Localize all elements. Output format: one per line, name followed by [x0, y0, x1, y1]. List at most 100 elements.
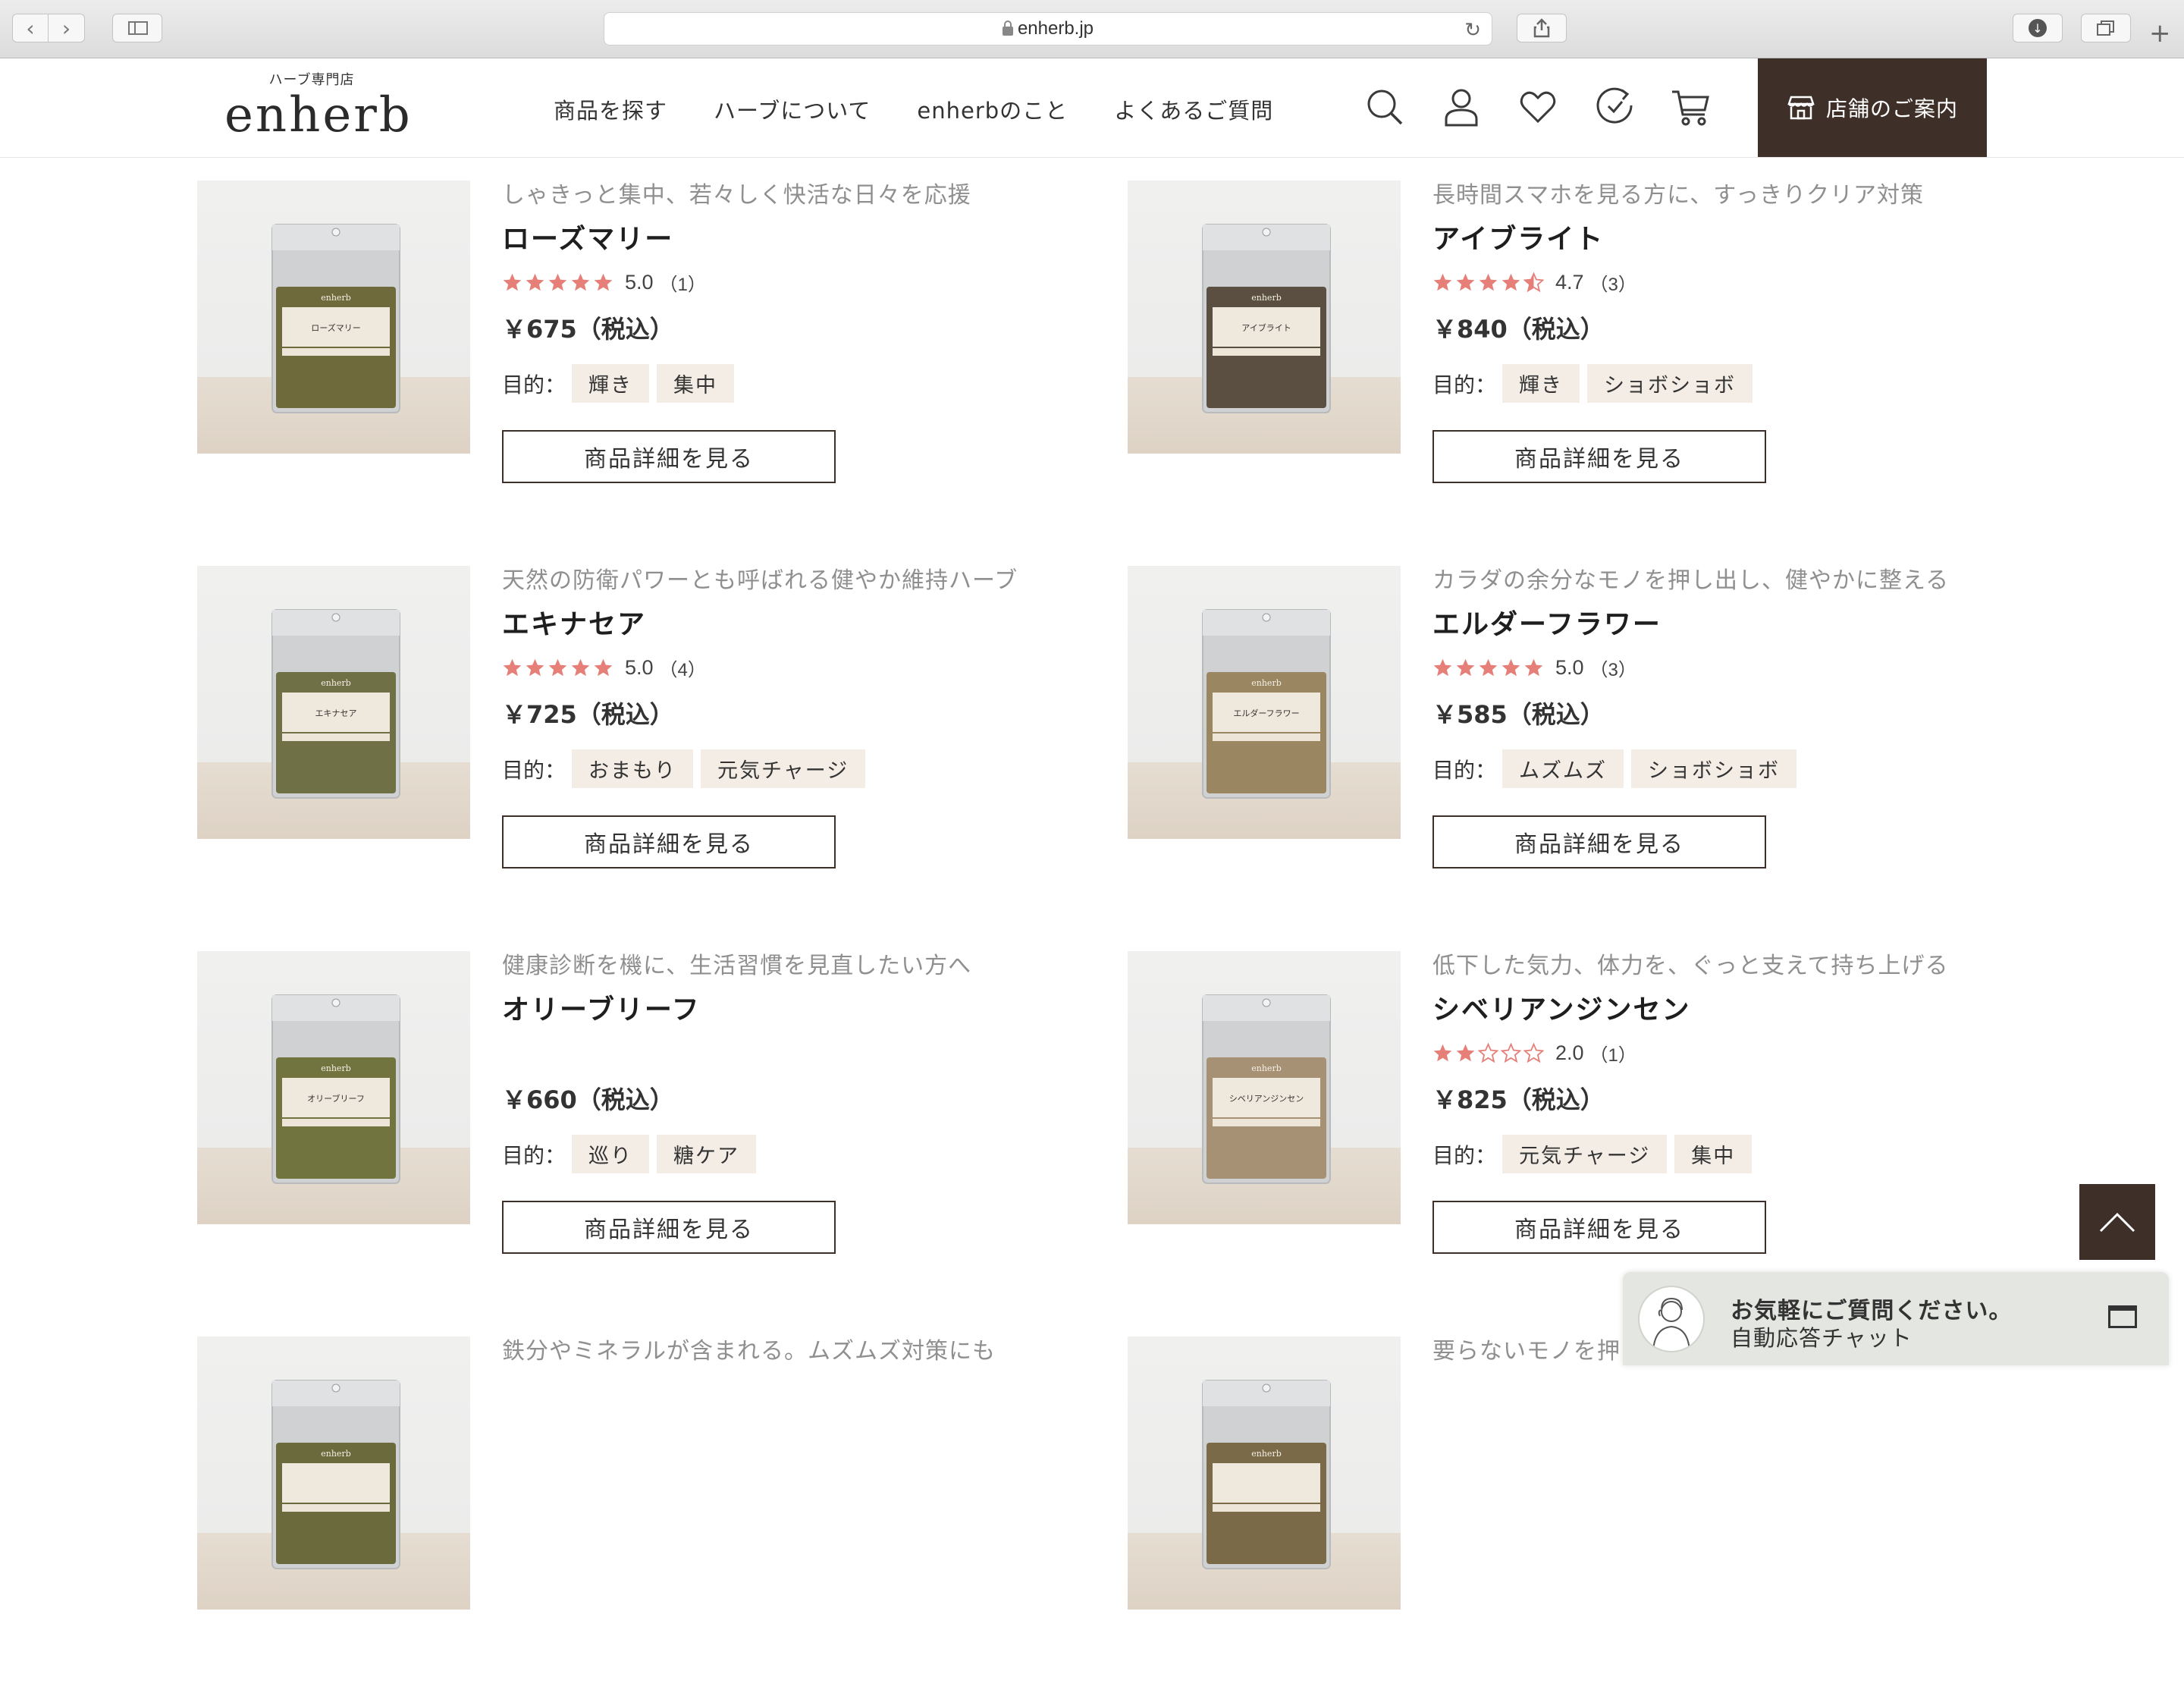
rating-score: 2.0	[1555, 1041, 1584, 1064]
product-name[interactable]: オリーブリーフ	[502, 994, 1101, 1027]
purpose-tag[interactable]: 輝き	[572, 364, 650, 403]
store-icon	[1787, 96, 1815, 120]
view-details-button[interactable]: 商品詳細を見る	[502, 1201, 836, 1254]
purpose-tag[interactable]: 集中	[657, 364, 735, 403]
star-icon	[548, 273, 567, 291]
store-info-button[interactable]: 店舗のご案内	[1758, 58, 1987, 157]
purpose-tag[interactable]: 輝き	[1502, 364, 1580, 403]
purpose-tag[interactable]: おまもり	[572, 749, 694, 788]
product-info: 鉄分やミネラルが含まれる。ムズムズ対策にも	[502, 1336, 1101, 1509]
tab-overview-button[interactable]	[2081, 14, 2131, 42]
star-icon	[571, 658, 590, 676]
global-nav: 商品を探す ハーブについて enherbのこと よくあるご質問	[554, 93, 1320, 125]
view-details-button[interactable]: 商品詳細を見る	[502, 815, 836, 868]
nav-item-faq[interactable]: よくあるご質問	[1114, 93, 1273, 125]
review-count[interactable]: （1）	[1590, 1040, 1636, 1066]
cart-icon[interactable]	[1670, 86, 1712, 128]
product-price: ￥825（税込）	[1432, 1085, 1605, 1114]
purpose-tag[interactable]: 巡り	[572, 1135, 650, 1173]
product-name[interactable]: エルダーフラワー	[1432, 608, 2032, 642]
star-icon	[526, 658, 544, 676]
chat-widget[interactable]: お気軽にご質問ください。 自動応答チャット	[1623, 1272, 2169, 1365]
product-name[interactable]: アイブライト	[1432, 223, 2032, 256]
product-rating: 5.0 （4）	[502, 652, 1101, 683]
nav-item-about-enherb[interactable]: enherbのこと	[917, 93, 1068, 125]
product-image[interactable]: enherb オリーブリーフ	[197, 951, 470, 1224]
review-count[interactable]: （3）	[1590, 269, 1636, 296]
view-details-button[interactable]: 商品詳細を見る	[1432, 1201, 1766, 1254]
svg-text:enherb: enherb	[1251, 1449, 1282, 1459]
view-details-button[interactable]: 商品詳細を見る	[1432, 815, 1766, 868]
downloads-button[interactable]: ↓	[2013, 14, 2063, 42]
product-price: ￥725（税込）	[502, 700, 674, 729]
purpose-tag[interactable]: 糖ケア	[657, 1135, 757, 1173]
svg-text:オリーブリーフ: オリーブリーフ	[307, 1093, 365, 1104]
purpose-tag[interactable]: 元気チャージ	[701, 749, 866, 788]
purpose-label: 目的：	[1432, 757, 1497, 783]
product-price: ￥660（税込）	[502, 1085, 674, 1114]
rating-score: 4.7	[1555, 270, 1584, 294]
chevron-right-icon: ›	[61, 15, 71, 41]
sidebar-toggle-button[interactable]	[112, 14, 162, 42]
purpose-tag[interactable]: 元気チャージ	[1502, 1135, 1668, 1173]
product-card: enherb 鉄分やミネラルが含まれる。ムズムズ対策にも	[197, 1336, 1107, 1693]
product-catchcopy: カラダの余分なモノを押し出し、健やかに整える	[1432, 567, 1950, 594]
reload-icon[interactable]: ↻	[1464, 18, 1481, 42]
star-icon	[1523, 1042, 1544, 1063]
herb-package-image: enherb オリーブリーフ	[271, 994, 400, 1184]
forward-button[interactable]: ›	[49, 14, 85, 42]
address-bar[interactable]: enherb.jp ↻	[604, 12, 1492, 46]
star-icon	[1479, 273, 1498, 291]
chat-window-icon[interactable]	[2108, 1305, 2137, 1328]
product-info: しゃきっと集中、若々しく快活な日々を応援 ローズマリー 5.0 （1） ￥675…	[502, 181, 1101, 483]
chat-subtitle: 自動応答チャット	[1731, 1325, 1913, 1351]
product-price: ￥585（税込）	[1432, 700, 1605, 729]
favorite-heart-icon[interactable]	[1517, 86, 1559, 128]
product-name[interactable]: シベリアンジンセン	[1432, 994, 2032, 1027]
nav-item-products[interactable]: 商品を探す	[554, 93, 667, 125]
view-details-button[interactable]: 商品詳細を見る	[502, 430, 836, 483]
product-image[interactable]: enherb エルダーフラワー	[1128, 566, 1401, 839]
account-icon[interactable]	[1440, 86, 1483, 128]
product-image[interactable]: enherb	[1128, 1336, 1401, 1610]
herb-package-image: enherb アイブライト	[1202, 224, 1331, 413]
sidebar-icon	[128, 21, 148, 35]
product-name[interactable]: エキナセア	[502, 608, 1101, 642]
logo-subtitle: ハーブ専門店	[268, 72, 355, 88]
star-icon	[503, 273, 522, 291]
purpose-tag[interactable]: ショボショボ	[1587, 364, 1753, 403]
product-image[interactable]: enherb シベリアンジンセン	[1128, 951, 1401, 1224]
url-text: enherb.jp	[1017, 18, 1094, 39]
star-icon	[1502, 658, 1520, 676]
share-button[interactable]	[1517, 14, 1567, 42]
herb-package-image: enherb エキナセア	[271, 609, 400, 799]
product-rating: 2.0 （1）	[1432, 1038, 2032, 1068]
new-tab-button[interactable]: +	[2149, 18, 2171, 49]
share-icon	[1533, 18, 1550, 38]
product-catchcopy: 天然の防衛パワーとも呼ばれる健やか維持ハーブ	[502, 567, 1018, 594]
svg-text:enherb: enherb	[1251, 678, 1282, 688]
product-image[interactable]: enherb エキナセア	[197, 566, 470, 839]
nav-item-about-herbs[interactable]: ハーブについて	[714, 93, 871, 125]
purpose-tag[interactable]: ムズムズ	[1502, 749, 1624, 788]
product-name[interactable]: ローズマリー	[502, 223, 1101, 256]
purpose-tag[interactable]: ショボショボ	[1631, 749, 1797, 788]
back-button[interactable]: ‹	[12, 14, 49, 42]
product-image[interactable]: enherb	[197, 1336, 470, 1610]
svg-text:enherb: enherb	[321, 1449, 351, 1459]
product-card: enherb 要らないモノを押	[1128, 1336, 2038, 1693]
purpose-tag[interactable]: 集中	[1674, 1135, 1753, 1173]
search-icon[interactable]	[1363, 86, 1406, 128]
product-image[interactable]: enherb アイブライト	[1128, 181, 1401, 454]
star-icon	[1456, 1044, 1475, 1061]
view-details-button[interactable]: 商品詳細を見る	[1432, 430, 1766, 483]
product-image[interactable]: enherb ローズマリー	[197, 181, 470, 454]
plus-icon: +	[2149, 18, 2171, 49]
back-to-top-button[interactable]	[2079, 1184, 2155, 1260]
review-count[interactable]: （4）	[660, 655, 706, 681]
review-count[interactable]: （1）	[660, 269, 706, 296]
logo[interactable]: ハーブ専門店 enherb	[224, 69, 410, 140]
product-card: enherb ローズマリー しゃきっと集中、若々しく快活な日々を応援 ローズマリ…	[197, 181, 1107, 537]
review-count[interactable]: （3）	[1590, 655, 1636, 681]
history-clock-icon[interactable]	[1593, 86, 1636, 128]
